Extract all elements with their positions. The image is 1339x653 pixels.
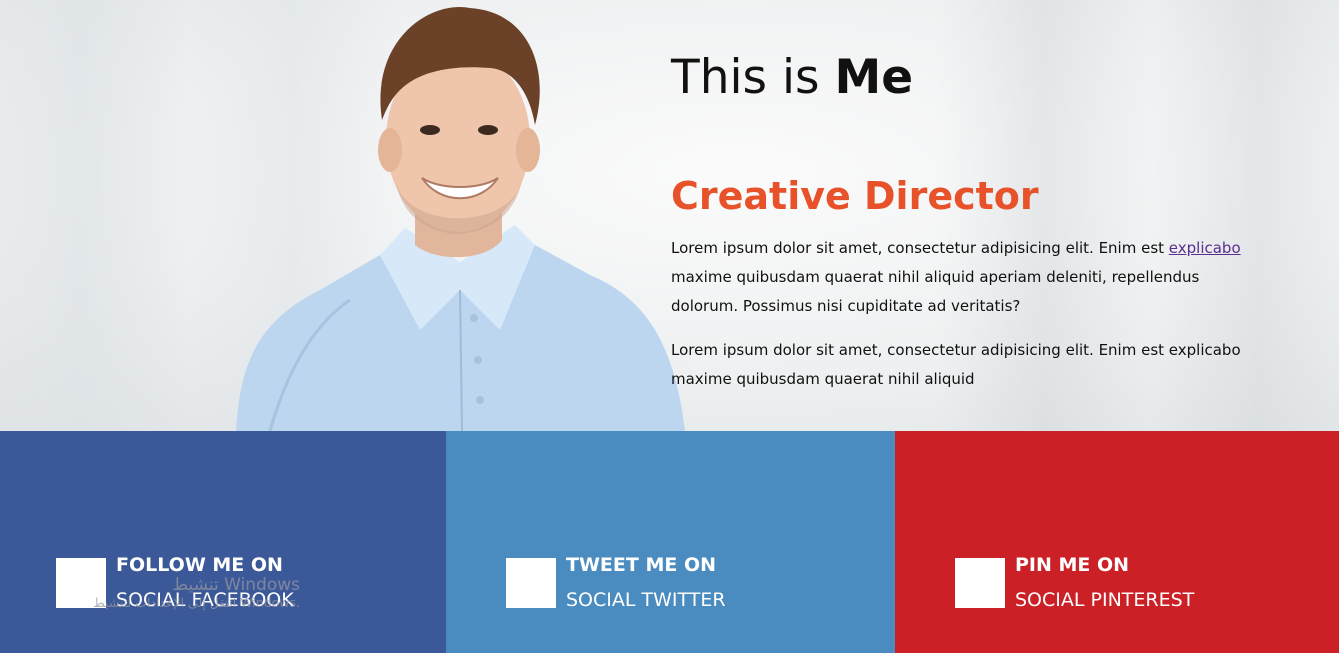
pinterest-panel[interactable]: PIN ME ON SOCIAL PINTEREST bbox=[895, 431, 1339, 653]
portrait-photo bbox=[236, 6, 685, 431]
twitter-heading: TWEET ME ON bbox=[566, 554, 717, 576]
twitter-panel[interactable]: TWEET ME ON SOCIAL TWITTER bbox=[446, 431, 895, 653]
twitter-icon[interactable] bbox=[506, 558, 556, 608]
twitter-label: SOCIAL TWITTER bbox=[566, 589, 726, 611]
explicabo-link[interactable]: explicabo bbox=[1169, 239, 1241, 257]
bio-paragraph-2: Lorem ipsum dolor sit amet, consectetur … bbox=[671, 341, 1241, 388]
job-title: Creative Director bbox=[671, 174, 1039, 218]
windows-activation-watermark: تنشيط Windows انتقل إلى الإعدادات لتنشيط… bbox=[93, 575, 300, 610]
hero-section: This is Me Creative Director Lorem ipsum… bbox=[0, 0, 1339, 431]
pinterest-heading: PIN ME ON bbox=[1015, 554, 1130, 576]
bio-paragraph-1: Lorem ipsum dolor sit amet, consectetur … bbox=[671, 239, 1241, 315]
facebook-panel[interactable]: FOLLOW ME ON SOCIAL FACEBOOK bbox=[0, 431, 446, 653]
pinterest-icon[interactable] bbox=[955, 558, 1005, 608]
page-title: This is Me bbox=[671, 50, 914, 105]
pinterest-label: SOCIAL PINTEREST bbox=[1015, 589, 1195, 611]
hero-content: This is Me Creative Director Lorem ipsum… bbox=[671, 0, 1251, 394]
